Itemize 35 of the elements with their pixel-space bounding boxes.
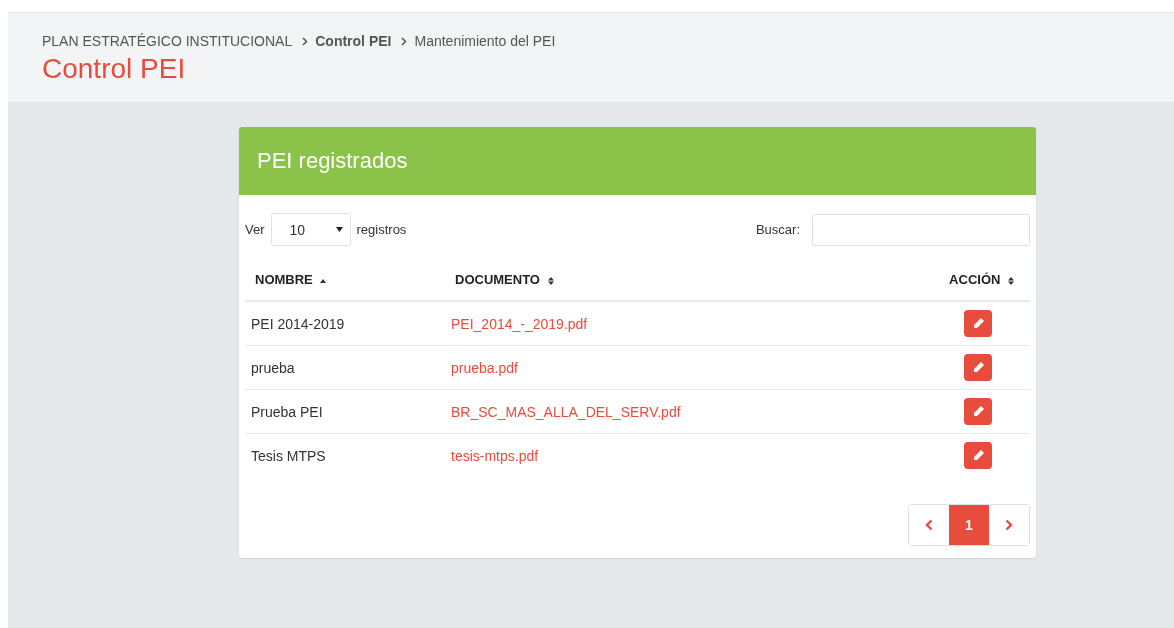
document-link[interactable]: BR_SC_MAS_ALLA_DEL_SERV.pdf [445, 389, 871, 434]
breadcrumb-item[interactable]: Control PEI [315, 33, 392, 49]
edit-button[interactable] [964, 310, 992, 337]
chevron-right-icon [302, 36, 309, 46]
table-cell: PEI 2014-2019 [245, 301, 445, 346]
edit-button[interactable] [964, 398, 992, 425]
column-header[interactable]: ACCIÓN [870, 272, 1030, 301]
edit-button[interactable] [964, 354, 992, 381]
search-field[interactable] [812, 213, 1030, 246]
length-label: registros [356, 222, 407, 237]
document-link[interactable]: tesis-mtps.pdf [445, 433, 871, 477]
document-link[interactable]: prueba.pdf [445, 345, 871, 390]
breadcrumb-item[interactable]: Mantenimiento del PEI [414, 33, 556, 49]
page-button[interactable]: 1 [949, 505, 989, 545]
document-link[interactable]: PEI_2014_-_2019.pdf [445, 301, 871, 346]
length-label: Ver [245, 222, 265, 237]
chevron-right-icon [1005, 519, 1013, 531]
pencil-icon [971, 361, 985, 374]
table-cell: Tesis MTPS [245, 433, 445, 477]
page-title: Control PEI [42, 53, 187, 85]
pencil-icon [971, 449, 985, 462]
panel-title: PEI registrados [257, 148, 408, 174]
column-header[interactable]: NOMBRE [245, 272, 445, 301]
chevron-left-icon [925, 519, 933, 531]
table-cell: Prueba PEI [245, 389, 445, 434]
column-header[interactable]: DOCUMENTO [445, 272, 871, 301]
pencil-icon [971, 317, 985, 330]
chevron-right-icon [401, 36, 408, 46]
table-cell: prueba [245, 345, 445, 390]
search-label: Buscar: [755, 222, 800, 237]
page-size-select[interactable]: 10 [270, 213, 351, 246]
edit-button[interactable] [964, 442, 992, 469]
pencil-icon [971, 405, 985, 418]
caret-icon [335, 227, 343, 232]
breadcrumb-item[interactable]: PLAN ESTRATÉGICO INSTITUCIONAL [42, 33, 293, 49]
